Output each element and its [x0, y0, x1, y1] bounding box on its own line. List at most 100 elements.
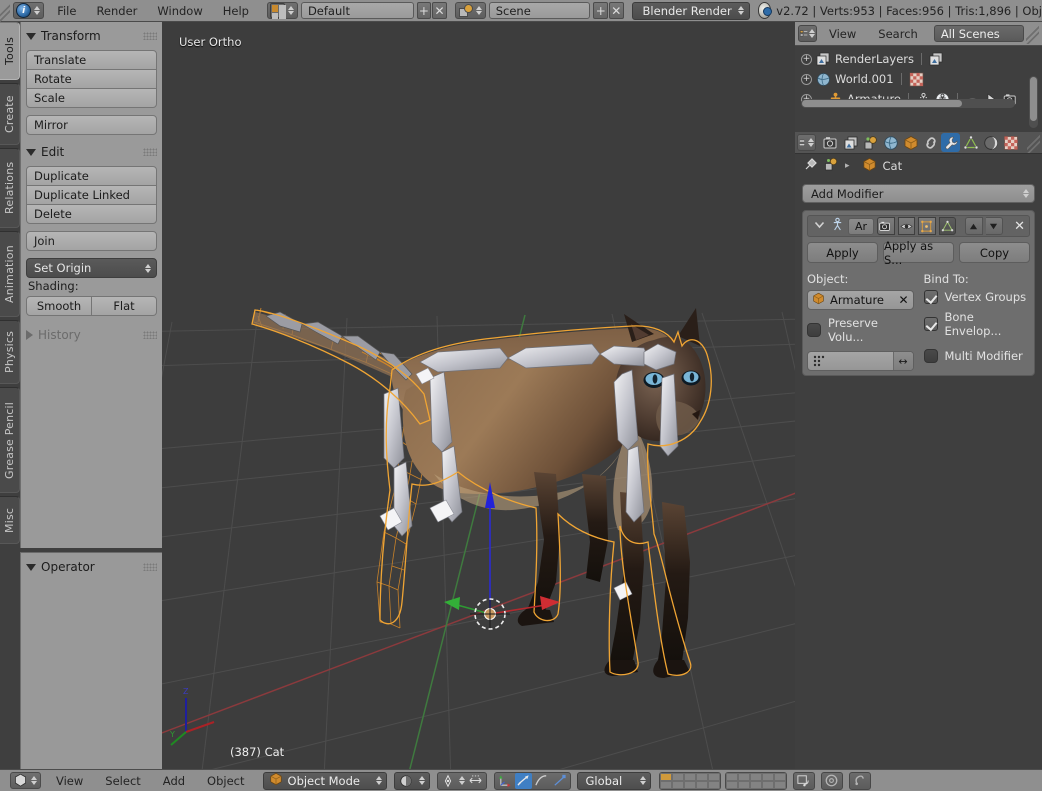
- viewport-shading-selector[interactable]: [394, 772, 430, 790]
- chevron-down-icon[interactable]: [812, 219, 827, 233]
- multi-modifier-checkbox[interactable]: [924, 349, 938, 363]
- panel-header-edit[interactable]: Edit: [26, 144, 157, 160]
- preserve-volume-row[interactable]: Preserve Volu...: [807, 316, 914, 344]
- texture-tab[interactable]: [1001, 133, 1020, 152]
- set-origin-dropdown[interactable]: Set Origin: [26, 258, 157, 278]
- proportional-edit-button[interactable]: [793, 772, 815, 790]
- 3d-menu-add[interactable]: Add: [153, 770, 195, 791]
- data-tab[interactable]: [961, 133, 980, 152]
- tab-misc[interactable]: Misc: [0, 496, 20, 544]
- preserve-volume-checkbox[interactable]: [807, 323, 821, 337]
- move-modifier-up-button[interactable]: [965, 217, 983, 235]
- apply-as-shapekey-button[interactable]: Apply as S...: [883, 242, 954, 263]
- bone-envelopes-row[interactable]: Bone Envelop...: [924, 310, 1031, 338]
- editor-type-selector-info[interactable]: i: [13, 2, 44, 19]
- clear-object-button[interactable]: ✕: [898, 293, 908, 307]
- pin-icon[interactable]: [803, 157, 818, 175]
- add-scene-button[interactable]: +: [593, 2, 608, 19]
- render-engine-selector[interactable]: Blender Render: [632, 2, 750, 20]
- panel-header-operator[interactable]: Operator: [26, 559, 157, 575]
- panel-header-transform[interactable]: Transform: [26, 28, 157, 44]
- tab-tools[interactable]: Tools: [0, 22, 20, 80]
- duplicate-linked-button[interactable]: Duplicate Linked: [26, 185, 157, 205]
- scene-name-field[interactable]: Scene: [489, 2, 591, 19]
- snap-magnet-icon[interactable]: [821, 772, 843, 790]
- shade-smooth-button[interactable]: Smooth: [26, 296, 92, 316]
- vertex-group-field[interactable]: ↔: [807, 351, 914, 371]
- outliner-tree[interactable]: + RenderLayers: [795, 46, 1042, 110]
- render-tab[interactable]: [821, 133, 840, 152]
- menu-file[interactable]: File: [47, 0, 86, 22]
- tab-grease-pencil[interactable]: Grease Pencil: [0, 387, 20, 493]
- 3d-view-editor-selector[interactable]: [10, 772, 41, 789]
- delete-modifier-button[interactable]: ✕: [1014, 219, 1025, 234]
- scene-tab[interactable]: [861, 133, 880, 152]
- add-screen-button[interactable]: +: [417, 2, 432, 19]
- tab-animation[interactable]: Animation: [0, 231, 20, 317]
- transform-orientation-selector[interactable]: Global: [577, 772, 651, 790]
- renderlayers-icon[interactable]: [929, 52, 944, 67]
- tab-relations[interactable]: Relations: [0, 148, 20, 228]
- outliner-menu-view[interactable]: View: [819, 24, 866, 44]
- add-modifier-dropdown[interactable]: Add Modifier: [802, 184, 1035, 203]
- render-toggle[interactable]: [877, 217, 895, 235]
- properties-editor-icon[interactable]: [797, 134, 816, 151]
- shade-flat-button[interactable]: Flat: [92, 296, 157, 316]
- layer-group-1[interactable]: [659, 772, 721, 790]
- tab-create[interactable]: Create: [0, 83, 20, 145]
- panel-header-history[interactable]: History: [26, 327, 157, 343]
- checker-texture-icon[interactable]: [909, 72, 924, 87]
- material-tab[interactable]: [981, 133, 1000, 152]
- join-button[interactable]: Join: [26, 231, 157, 251]
- screen-layout-name-field[interactable]: Default: [301, 2, 414, 19]
- translate-manipulator[interactable]: [497, 773, 514, 789]
- outliner-vertical-scrollbar[interactable]: [1029, 76, 1038, 128]
- menu-help[interactable]: Help: [213, 0, 259, 22]
- modifier-name-field[interactable]: Ar: [848, 218, 874, 235]
- edit-mode-icon[interactable]: [918, 217, 936, 235]
- mode-selector[interactable]: Object Mode: [263, 772, 387, 790]
- expand-icon[interactable]: +: [801, 54, 812, 65]
- 3d-menu-view[interactable]: View: [46, 770, 93, 791]
- outliner-menu-search[interactable]: Search: [868, 24, 928, 44]
- layer-group-2[interactable]: [725, 772, 787, 790]
- render-layers-tab[interactable]: [841, 133, 860, 152]
- chevron-updown-icon[interactable]: [458, 773, 466, 788]
- apply-button[interactable]: Apply: [807, 242, 878, 263]
- delete-screen-button[interactable]: ✕: [432, 2, 447, 19]
- outliner-editor-icon[interactable]: [798, 25, 817, 42]
- 3d-viewport[interactable]: Z Y User Ortho (387) Cat: [162, 22, 795, 769]
- scale-manipulator[interactable]: [533, 773, 550, 789]
- delete-scene-button[interactable]: ✕: [609, 2, 624, 19]
- world-tab[interactable]: [881, 133, 900, 152]
- tab-physics[interactable]: Physics: [0, 320, 20, 384]
- menu-window[interactable]: Window: [147, 0, 212, 22]
- scale-manipulator-alt[interactable]: [551, 773, 568, 789]
- copy-modifier-button[interactable]: Copy: [959, 242, 1030, 263]
- scale-button[interactable]: Scale: [26, 88, 157, 108]
- vertex-groups-row[interactable]: Vertex Groups: [924, 290, 1031, 304]
- bone-envelopes-checkbox[interactable]: [924, 317, 938, 331]
- pivot-median-icon[interactable]: [440, 773, 457, 789]
- duplicate-button[interactable]: Duplicate: [26, 166, 157, 186]
- rotate-manipulator[interactable]: [515, 773, 532, 789]
- vertex-groups-checkbox[interactable]: [924, 290, 938, 304]
- list-item[interactable]: + World.001: [801, 69, 1042, 89]
- list-item[interactable]: + RenderLayers: [801, 49, 1042, 69]
- screen-layout-selector[interactable]: [267, 2, 298, 19]
- delete-button[interactable]: Delete: [26, 204, 157, 224]
- constraints-tab[interactable]: [921, 133, 940, 152]
- multi-modifier-row[interactable]: Multi Modifier: [924, 349, 1031, 363]
- invert-vertex-group-button[interactable]: ↔: [893, 352, 913, 370]
- translate-button[interactable]: Translate: [26, 50, 157, 70]
- move-modifier-down-button[interactable]: [986, 217, 1003, 235]
- armature-object-field[interactable]: Armature ✕: [807, 290, 914, 310]
- object-tab[interactable]: [901, 133, 920, 152]
- on-cage-icon[interactable]: [939, 217, 957, 235]
- scene-icon[interactable]: [824, 157, 839, 175]
- outliner-horizontal-scrollbar[interactable]: [801, 99, 1015, 108]
- eye-icon[interactable]: [898, 217, 916, 235]
- modifiers-tab[interactable]: [941, 133, 960, 152]
- rotate-button[interactable]: Rotate: [26, 69, 157, 89]
- manipulator-icon[interactable]: [467, 773, 484, 789]
